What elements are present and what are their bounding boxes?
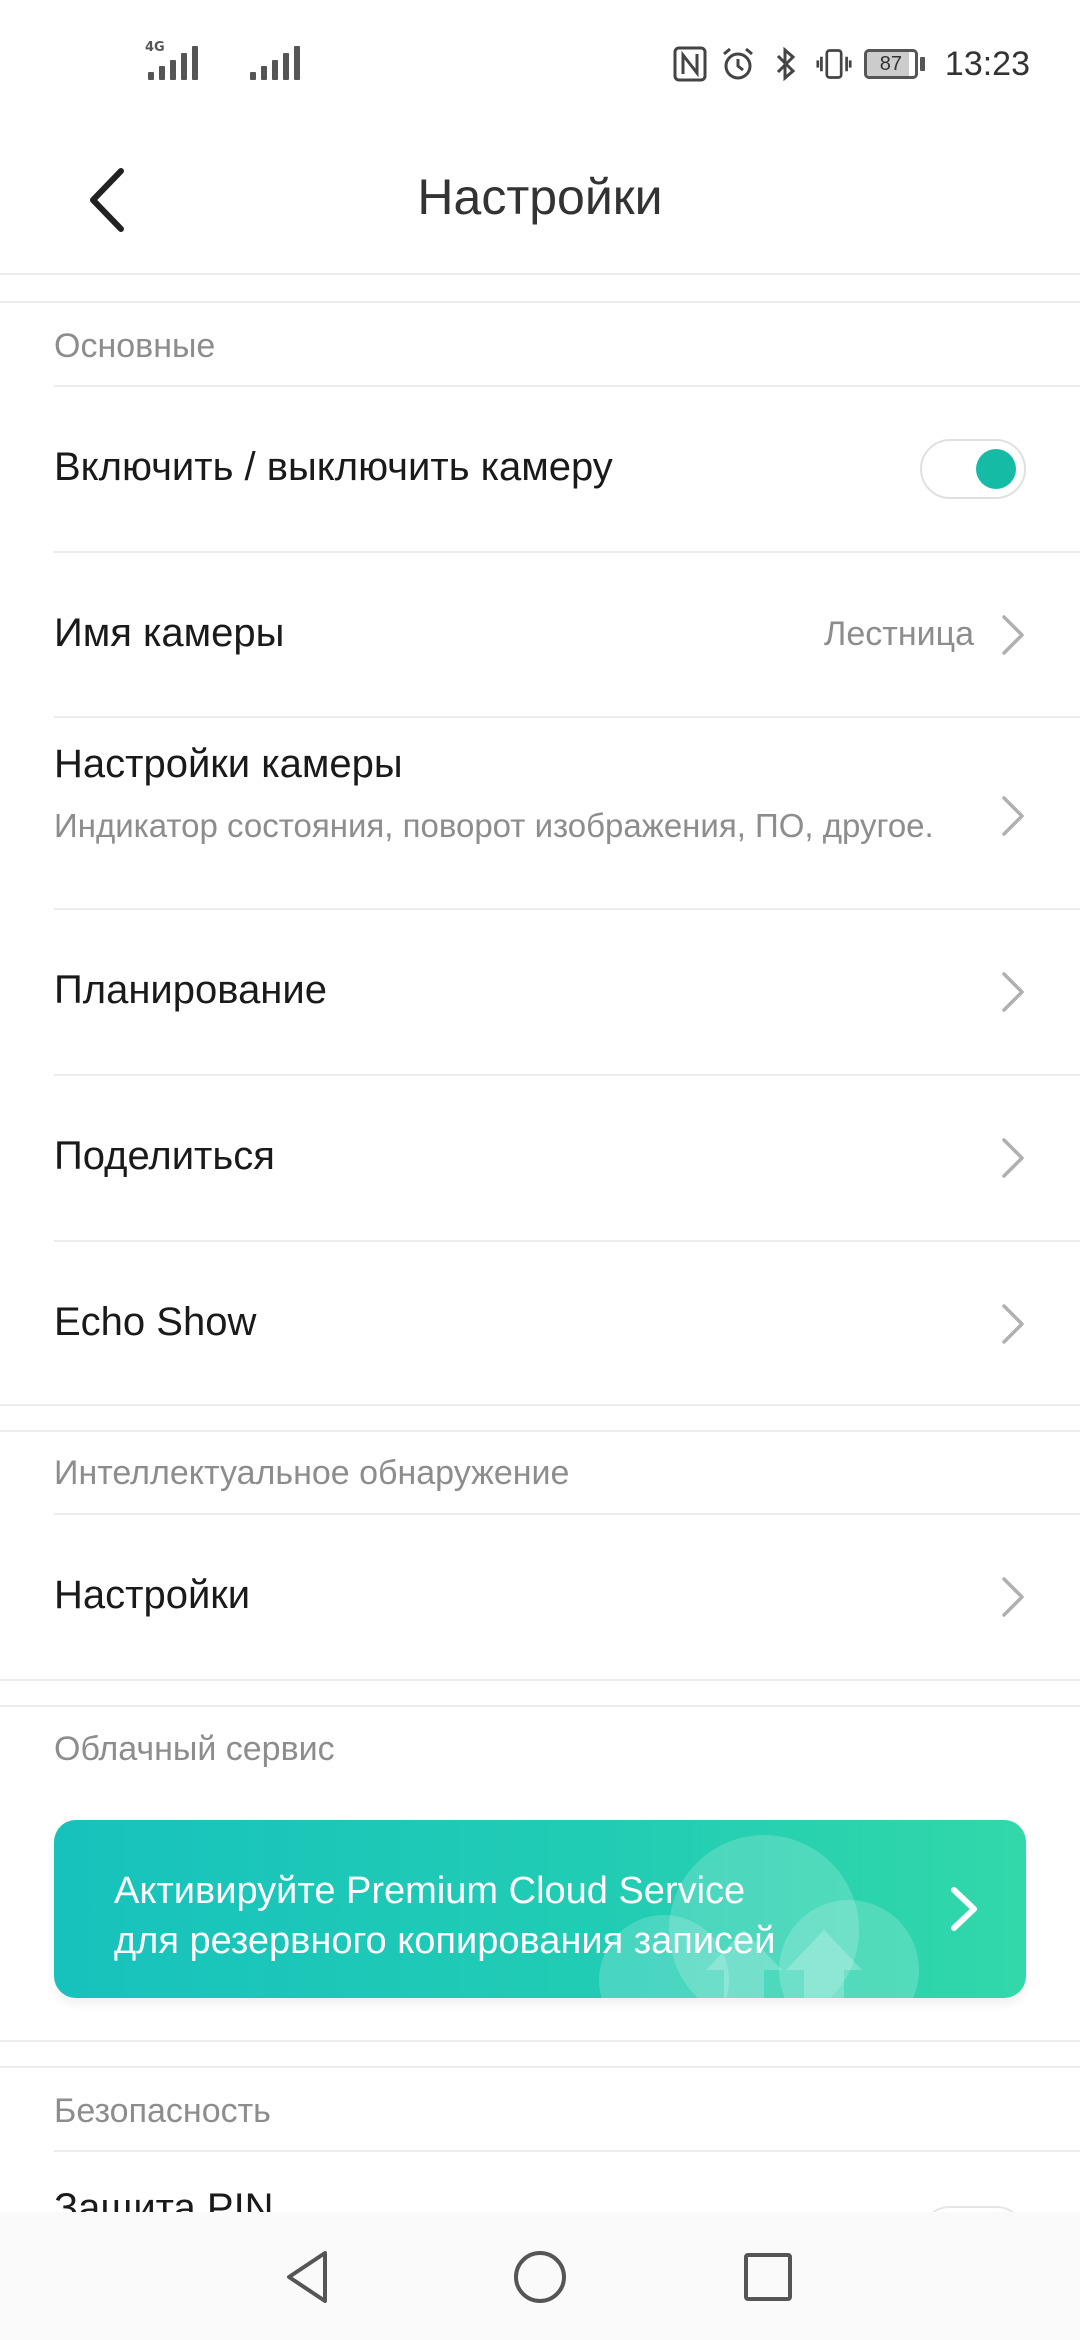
vibrate-icon [816, 44, 852, 84]
section-label-smart-detection: Интеллектуальное обнаружение [54, 1454, 570, 1492]
camera-name-value: Лестница [824, 615, 974, 653]
camera-toggle-label: Включить / выключить камеру [54, 445, 613, 489]
chevron-right-icon [1002, 1304, 1024, 1344]
detection-settings-label: Настройки [54, 1573, 251, 1617]
nav-back-button[interactable] [272, 2242, 342, 2312]
chevron-right-icon [1002, 796, 1024, 836]
app-header: Настройки [0, 130, 1080, 275]
section-label-security: Безопасность [54, 2092, 271, 2130]
bluetooth-icon [768, 44, 804, 84]
camera-toggle-row[interactable]: Включить / выключить камеру [0, 387, 1080, 551]
page-title: Настройки [417, 169, 663, 225]
battery-icon: 87 [863, 49, 925, 79]
status-bar: 4G 87 13:23 [0, 0, 1080, 130]
square-recents-icon [744, 2253, 792, 2301]
chevron-right-icon [951, 1887, 977, 1931]
toggle-knob [976, 449, 1016, 489]
section-gap [0, 277, 1080, 303]
detection-settings-row[interactable]: Настройки [0, 1515, 1080, 1679]
camera-power-toggle[interactable] [920, 439, 1026, 499]
premium-cloud-banner[interactable]: Активируйте Premium Cloud Service для ре… [54, 1820, 1026, 1998]
section-gap [0, 1406, 1080, 1432]
system-navigation-bar [0, 2212, 1080, 2340]
camera-name-label: Имя камеры [54, 611, 285, 655]
nfc-icon [672, 44, 708, 84]
banner-line-2: для резервного копирования записей [114, 1920, 776, 1962]
banner-line-1: Активируйте Premium Cloud Service [114, 1870, 746, 1912]
status-icons: 87 13:23 [672, 44, 1030, 84]
chevron-right-icon [1002, 1577, 1024, 1617]
chevron-right-icon [1002, 1138, 1024, 1178]
camera-settings-label: Настройки камеры [54, 742, 403, 786]
signal-indicators: 4G [145, 40, 300, 80]
camera-name-row[interactable]: Имя камеры Лестница [0, 553, 1080, 716]
nav-home-button[interactable] [505, 2242, 575, 2312]
circle-home-icon [514, 2251, 566, 2303]
share-row[interactable]: Поделиться [0, 1076, 1080, 1240]
network-type-label: 4G [145, 40, 165, 55]
settings-screen: 4G 87 13:23 Настройки Основные Включить … [0, 0, 1080, 2340]
schedule-label: Планирование [54, 968, 327, 1012]
triangle-back-icon [287, 2251, 327, 2303]
section-label-basic: Основные [54, 327, 216, 365]
section-gap [0, 1681, 1080, 1707]
share-label: Поделиться [54, 1134, 275, 1178]
clock: 13:23 [944, 44, 1030, 83]
section-label-cloud: Облачный сервис [54, 1730, 335, 1768]
chevron-right-icon [1002, 972, 1024, 1012]
alarm-icon [720, 44, 756, 84]
schedule-row[interactable]: Планирование [0, 910, 1080, 1074]
signal-strength-icon-sim2 [250, 44, 300, 80]
echo-show-label: Echo Show [54, 1300, 257, 1344]
signal-strength-icon-sim1: 4G [145, 40, 198, 80]
camera-settings-row[interactable]: Настройки камеры Индикатор состояния, по… [0, 718, 1080, 908]
chevron-right-icon [1002, 615, 1024, 655]
banner-text: Активируйте Premium Cloud Service для ре… [114, 1866, 775, 1966]
section-gap [0, 2042, 1080, 2068]
echo-show-row[interactable]: Echo Show [0, 1242, 1080, 1404]
battery-level: 87 [879, 52, 903, 75]
camera-settings-subtitle: Индикатор состояния, поворот изображения… [54, 807, 934, 844]
nav-recents-button[interactable] [733, 2242, 803, 2312]
